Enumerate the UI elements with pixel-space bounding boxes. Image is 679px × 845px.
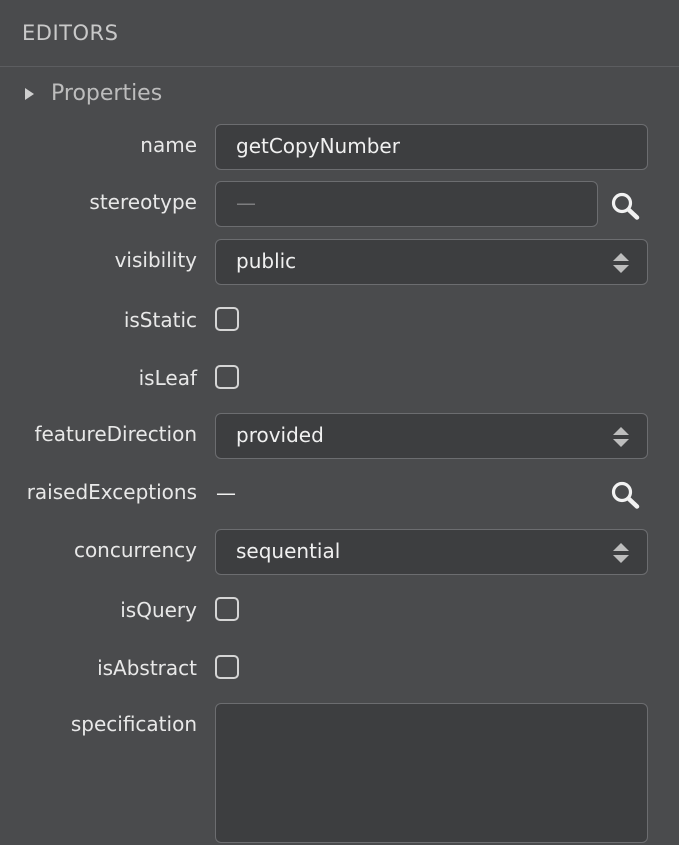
raisedexceptions-value: — xyxy=(216,481,236,505)
stereotype-label: stereotype xyxy=(89,190,197,214)
concurrency-label: concurrency xyxy=(73,538,197,562)
section-title: Properties xyxy=(51,81,163,106)
specification-textarea[interactable] xyxy=(215,703,648,843)
visibility-select[interactable]: public xyxy=(215,239,648,285)
row-visibility: visibility public xyxy=(0,239,679,287)
panel-title: EDITORS xyxy=(22,21,119,45)
isstatic-checkbox[interactable] xyxy=(215,307,239,331)
row-stereotype: stereotype — xyxy=(0,181,679,229)
row-raisedexceptions: raisedExceptions — xyxy=(0,477,679,525)
visibility-value: public xyxy=(236,249,297,273)
triangle-right-icon xyxy=(25,87,34,100)
visibility-label: visibility xyxy=(114,248,197,272)
search-icon xyxy=(611,192,640,220)
isleaf-label: isLeaf xyxy=(138,366,197,390)
row-featuredirection: featureDirection provided xyxy=(0,413,679,461)
isabstract-checkbox[interactable] xyxy=(215,655,239,679)
name-label: name xyxy=(140,133,197,157)
select-arrows-icon xyxy=(613,427,629,447)
row-name: name getCopyNumber xyxy=(0,124,679,172)
isquery-checkbox[interactable] xyxy=(215,597,239,621)
specification-label: specification xyxy=(70,712,197,736)
row-isquery: isQuery xyxy=(0,595,679,643)
search-icon xyxy=(611,481,640,509)
row-specification: specification xyxy=(0,703,679,843)
name-input[interactable]: getCopyNumber xyxy=(215,124,648,170)
isstatic-label: isStatic xyxy=(123,308,197,332)
featuredirection-select[interactable]: provided xyxy=(215,413,648,459)
row-isleaf: isLeaf xyxy=(0,363,679,411)
row-isabstract: isAbstract xyxy=(0,653,679,701)
featuredirection-label: featureDirection xyxy=(34,422,197,446)
stereotype-search-button[interactable] xyxy=(610,191,642,221)
concurrency-value: sequential xyxy=(236,539,341,563)
raisedexceptions-search-button[interactable] xyxy=(610,480,642,510)
select-arrows-icon xyxy=(613,253,629,273)
editors-panel: EDITORS Properties name getCopyNumber st… xyxy=(0,0,679,845)
featuredirection-value: provided xyxy=(236,423,324,447)
isleaf-checkbox[interactable] xyxy=(215,365,239,389)
row-isstatic: isStatic xyxy=(0,305,679,353)
stereotype-input[interactable]: — xyxy=(215,181,598,227)
row-concurrency: concurrency sequential xyxy=(0,529,679,577)
properties-section-toggle[interactable]: Properties xyxy=(22,81,162,106)
select-arrows-icon xyxy=(613,543,629,563)
isabstract-label: isAbstract xyxy=(97,656,197,680)
concurrency-select[interactable]: sequential xyxy=(215,529,648,575)
isquery-label: isQuery xyxy=(120,598,197,622)
stereotype-placeholder: — xyxy=(236,191,256,215)
raisedexceptions-label: raisedExceptions xyxy=(26,480,197,504)
panel-header: EDITORS xyxy=(0,0,679,67)
